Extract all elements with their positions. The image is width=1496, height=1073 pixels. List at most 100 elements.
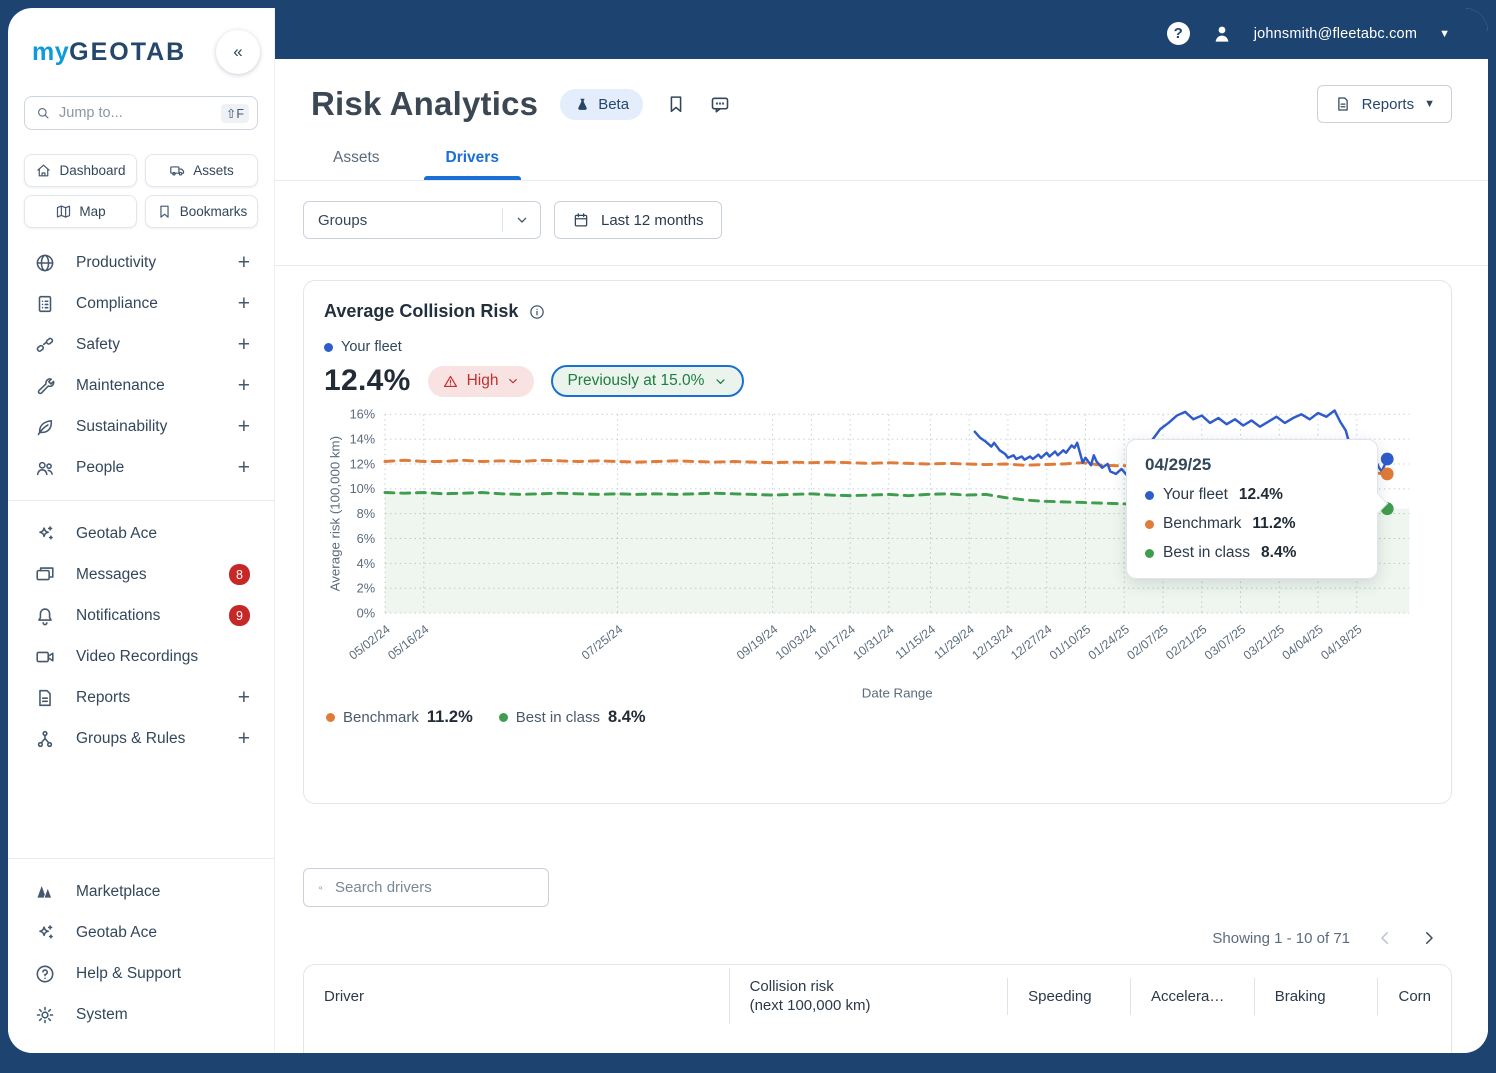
- quick-links: Dashboard Assets Map Bookmarks: [24, 154, 258, 228]
- risk-level-badge[interactable]: High: [427, 365, 535, 397]
- sidebar-item-system[interactable]: System: [8, 994, 274, 1035]
- svg-text:04/18/25: 04/18/25: [1318, 622, 1364, 663]
- search-drivers-box[interactable]: [303, 868, 549, 907]
- sidebar-item-geotab-ace[interactable]: Geotab Ace: [8, 513, 274, 554]
- quick-link-bookmarks[interactable]: Bookmarks: [145, 195, 258, 228]
- bookmark-page-icon[interactable]: [665, 93, 687, 115]
- svg-text:12%: 12%: [350, 456, 376, 471]
- sidebar-item-groups-rules[interactable]: Groups & Rules +: [8, 718, 274, 759]
- quick-link-dashboard[interactable]: Dashboard: [24, 154, 137, 187]
- reports-caret-icon: ▼: [1424, 98, 1435, 110]
- sidebar-item-reports[interactable]: Reports +: [8, 677, 274, 718]
- svg-text:6%: 6%: [357, 531, 375, 546]
- sidebar-item-compliance[interactable]: Compliance +: [8, 283, 274, 324]
- wrench-icon: [34, 375, 56, 397]
- document-icon: [34, 687, 56, 709]
- svg-text:Date Range: Date Range: [862, 686, 933, 701]
- app-window: ? johnsmith@fleetabc.com ▼ myGEOTAB « Ju…: [8, 8, 1488, 1053]
- beta-badge: Beta: [560, 88, 644, 120]
- tooltip-row-best-in-class: Best in class 8.4%: [1145, 544, 1359, 562]
- leaf-icon: [34, 416, 56, 438]
- column-header-speeding[interactable]: Speeding: [1007, 977, 1130, 1015]
- quick-link-map[interactable]: Map: [24, 195, 137, 228]
- column-header-accelera[interactable]: Accelera…: [1129, 977, 1254, 1015]
- sidebar-item-geotab-ace[interactable]: Geotab Ace: [8, 912, 274, 953]
- svg-text:4%: 4%: [357, 556, 375, 571]
- next-page-icon[interactable]: [1420, 929, 1438, 947]
- sidebar-item-help-support[interactable]: Help & Support: [8, 953, 274, 994]
- tabs: Assets Drivers: [275, 123, 1488, 181]
- chart-bottom-legend: Benchmark 11.2% Best in class 8.4%: [324, 708, 1431, 727]
- expand-plus-icon[interactable]: +: [238, 456, 250, 480]
- people-icon: [34, 457, 56, 479]
- main-content: Risk Analytics Beta Reports ▼ Assets Dri…: [275, 59, 1488, 1053]
- sidebar-item-safety[interactable]: Safety +: [8, 324, 274, 365]
- expand-plus-icon[interactable]: +: [238, 292, 250, 316]
- quick-link-assets[interactable]: Assets: [145, 154, 258, 187]
- chevron-down-icon: [514, 212, 530, 228]
- calendar-icon: [572, 211, 590, 229]
- tab-drivers[interactable]: Drivers: [423, 145, 522, 180]
- user-menu-caret-icon[interactable]: ▼: [1439, 28, 1450, 40]
- chevron-down-icon: [713, 374, 728, 389]
- expand-plus-icon[interactable]: +: [238, 727, 250, 751]
- your-fleet-legend-dot: [324, 342, 333, 352]
- svg-text:01/10/25: 01/10/25: [1047, 622, 1093, 663]
- pagination-status: Showing 1 - 10 of 71: [1212, 929, 1350, 947]
- date-range-button[interactable]: Last 12 months: [554, 201, 722, 239]
- expand-plus-icon[interactable]: +: [238, 415, 250, 439]
- column-header-braking[interactable]: Braking: [1253, 977, 1378, 1015]
- svg-text:11/29/24: 11/29/24: [931, 622, 977, 662]
- home-icon: [35, 162, 52, 179]
- unread-count-badge: 8: [229, 564, 250, 585]
- sidebar-item-marketplace[interactable]: Marketplace: [8, 871, 274, 912]
- map-icon: [55, 203, 72, 220]
- svg-text:05/16/24: 05/16/24: [385, 622, 431, 663]
- groups-dropdown-label: Groups: [318, 211, 368, 229]
- info-icon[interactable]: [528, 303, 546, 321]
- help-icon[interactable]: ?: [1166, 22, 1190, 45]
- search-drivers-input[interactable]: [335, 879, 534, 896]
- column-header-driver[interactable]: Driver: [304, 978, 729, 1015]
- user-email[interactable]: johnsmith@fleetabc.com: [1254, 26, 1417, 42]
- sidebar-item-messages[interactable]: Messages 8: [8, 554, 274, 595]
- expand-plus-icon[interactable]: +: [238, 251, 250, 275]
- expand-plus-icon[interactable]: +: [238, 333, 250, 357]
- svg-text:Average risk (100,000 km): Average risk (100,000 km): [328, 436, 343, 591]
- reports-button[interactable]: Reports ▼: [1316, 85, 1452, 123]
- svg-text:10/31/24: 10/31/24: [850, 622, 896, 663]
- svg-text:09/19/24: 09/19/24: [734, 622, 780, 663]
- feedback-comment-icon[interactable]: [709, 93, 731, 115]
- sidebar-divider: [8, 858, 274, 859]
- bookmark-icon: [156, 203, 173, 220]
- svg-text:10%: 10%: [350, 481, 376, 496]
- clipboard-icon: [34, 293, 56, 315]
- truck-icon: [169, 162, 186, 179]
- chat-icon: [34, 564, 56, 586]
- sidebar-item-video-recordings[interactable]: Video Recordings: [8, 636, 274, 677]
- sidebar-section-footer: Marketplace Geotab Ace Help & Support Sy…: [8, 871, 274, 1035]
- svg-text:02/07/25: 02/07/25: [1124, 622, 1170, 663]
- jump-to-search[interactable]: Jump to... ⇧F: [24, 96, 258, 130]
- sidebar-item-productivity[interactable]: Productivity +: [8, 242, 274, 283]
- chart-title: Average Collision Risk: [324, 301, 519, 321]
- sidebar-item-maintenance[interactable]: Maintenance +: [8, 365, 274, 406]
- svg-text:10/17/24: 10/17/24: [812, 622, 858, 663]
- sidebar-section-main: Productivity + Compliance + Safety + Mainte…: [8, 242, 274, 488]
- user-avatar-icon[interactable]: [1210, 22, 1234, 46]
- previous-value-badge[interactable]: Previously at 15.0%: [551, 365, 745, 397]
- column-header-collision-risk[interactable]: Collision risk (next 100,000 km): [728, 968, 1008, 1024]
- svg-text:16%: 16%: [350, 407, 376, 422]
- column-header-corn[interactable]: Corn: [1377, 977, 1451, 1015]
- expand-plus-icon[interactable]: +: [238, 686, 250, 710]
- previous-page-icon[interactable]: [1376, 929, 1394, 947]
- sidebar-item-sustainability[interactable]: Sustainability +: [8, 406, 274, 447]
- expand-plus-icon[interactable]: +: [238, 374, 250, 398]
- unread-count-badge: 9: [229, 605, 250, 626]
- tab-assets[interactable]: Assets: [311, 145, 402, 180]
- sidebar-item-people[interactable]: People +: [8, 447, 274, 488]
- legend-best-in-class: Best in class 8.4%: [498, 708, 646, 727]
- sidebar-collapse-button[interactable]: «: [216, 30, 260, 74]
- groups-dropdown[interactable]: Groups: [303, 201, 541, 239]
- sidebar-item-notifications[interactable]: Notifications 9: [8, 595, 274, 636]
